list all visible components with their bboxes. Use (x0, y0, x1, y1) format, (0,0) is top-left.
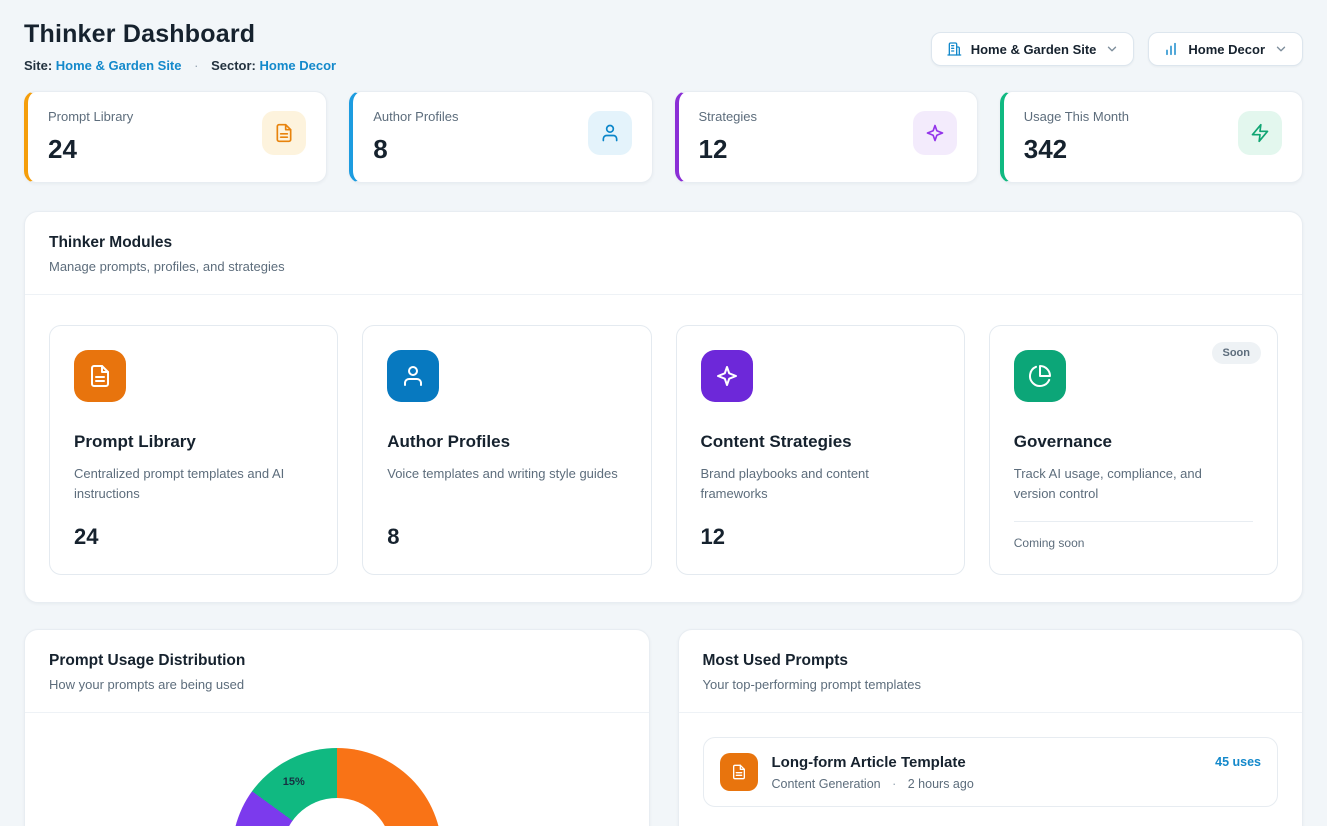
bottom-row: Prompt Usage Distribution How your promp… (24, 629, 1303, 826)
modules-subtitle: Manage prompts, profiles, and strategies (49, 259, 1278, 274)
module-footer-divider: Coming soon (1014, 521, 1253, 550)
usage-card-title: Prompt Usage Distribution (49, 652, 625, 670)
modules-panel-header: Thinker Modules Manage prompts, profiles… (25, 212, 1302, 295)
header-left: Thinker Dashboard Site: Home & Garden Si… (24, 20, 336, 73)
donut-chart: 15% (232, 748, 442, 826)
sector-label: Sector: (211, 58, 256, 73)
module-description: Track AI usage, compliance, and version … (1014, 464, 1253, 504)
stats-row: Prompt Library 24 Author Profiles 8 Stra… (24, 91, 1303, 183)
module-count: 24 (74, 524, 313, 550)
page-title: Thinker Dashboard (24, 20, 336, 49)
module-count: 8 (387, 524, 626, 550)
stat-value: 8 (373, 134, 458, 165)
prompts-card-title: Most Used Prompts (703, 652, 1279, 670)
module-title: Content Strategies (701, 432, 940, 452)
stat-card-author-profiles: Author Profiles 8 (349, 91, 652, 183)
chevron-down-icon (1274, 42, 1288, 56)
most-used-prompts-card: Most Used Prompts Your top-performing pr… (678, 629, 1304, 826)
modules-grid: Prompt Library Centralized prompt templa… (25, 295, 1302, 602)
module-card-prompt-library[interactable]: Prompt Library Centralized prompt templa… (49, 325, 338, 575)
chevron-down-icon (1105, 42, 1119, 56)
sparkle-icon (701, 350, 753, 402)
stat-label: Author Profiles (373, 109, 458, 124)
module-description: Brand playbooks and content frameworks (701, 464, 940, 504)
lightning-icon (1238, 111, 1282, 155)
stat-card-strategies: Strategies 12 (675, 91, 978, 183)
module-count: 12 (701, 524, 940, 550)
file-text-icon (262, 111, 306, 155)
modules-title: Thinker Modules (49, 234, 1278, 252)
site-label: Site: (24, 58, 52, 73)
prompt-time: 2 hours ago (908, 777, 974, 791)
usage-card-subtitle: How your prompts are being used (49, 677, 625, 692)
sector-link[interactable]: Home Decor (260, 58, 337, 73)
module-description: Voice templates and writing style guides (387, 464, 626, 484)
site-selector-label: Home & Garden Site (971, 42, 1097, 57)
sector-selector-dropdown[interactable]: Home Decor (1148, 32, 1303, 66)
chart-body: 15% (25, 713, 649, 826)
module-description: Centralized prompt templates and AI inst… (74, 464, 313, 504)
module-card-author-profiles[interactable]: Author Profiles Voice templates and writ… (362, 325, 651, 575)
site-link[interactable]: Home & Garden Site (56, 58, 182, 73)
coming-soon-text: Coming soon (1014, 536, 1253, 550)
user-icon (588, 111, 632, 155)
module-title: Governance (1014, 432, 1253, 452)
stat-label: Strategies (699, 109, 758, 124)
separator-dot: · (194, 58, 198, 73)
user-icon (387, 350, 439, 402)
dashboard-page: Thinker Dashboard Site: Home & Garden Si… (0, 0, 1327, 826)
file-text-icon (74, 350, 126, 402)
separator-dot: · (892, 777, 896, 791)
donut-segment-label: 15% (283, 776, 305, 788)
header-actions: Home & Garden Site Home Decor (931, 20, 1303, 66)
stat-card-usage: Usage This Month 342 (1000, 91, 1303, 183)
thinker-modules-panel: Thinker Modules Manage prompts, profiles… (24, 211, 1303, 603)
module-card-content-strategies[interactable]: Content Strategies Brand playbooks and c… (676, 325, 965, 575)
prompts-card-subtitle: Your top-performing prompt templates (703, 677, 1279, 692)
page-header: Thinker Dashboard Site: Home & Garden Si… (24, 20, 1303, 73)
building-icon (946, 41, 962, 57)
prompt-info: Long-form Article Template Content Gener… (772, 754, 1202, 791)
stat-label: Usage This Month (1024, 109, 1129, 124)
prompt-title: Long-form Article Template (772, 754, 1202, 771)
prompt-uses-badge: 45 uses (1215, 753, 1261, 769)
prompt-list: Long-form Article Template Content Gener… (679, 713, 1303, 826)
module-title: Prompt Library (74, 432, 313, 452)
module-title: Author Profiles (387, 432, 626, 452)
prompt-usage-card: Prompt Usage Distribution How your promp… (24, 629, 650, 826)
pie-chart-icon (1014, 350, 1066, 402)
stat-value: 24 (48, 134, 133, 165)
donut-hole (282, 798, 392, 826)
prompt-meta: Content Generation · 2 hours ago (772, 777, 1202, 791)
bar-chart-icon (1163, 41, 1179, 57)
stat-label: Prompt Library (48, 109, 133, 124)
module-card-governance[interactable]: Soon Governance Track AI usage, complian… (989, 325, 1278, 575)
prompts-card-header: Most Used Prompts Your top-performing pr… (679, 630, 1303, 713)
soon-badge: Soon (1212, 342, 1262, 364)
sparkle-icon (913, 111, 957, 155)
stat-card-prompt-library: Prompt Library 24 (24, 91, 327, 183)
site-selector-dropdown[interactable]: Home & Garden Site (931, 32, 1135, 66)
prompt-category: Content Generation (772, 777, 881, 791)
prompt-list-item[interactable]: Long-form Article Template Content Gener… (703, 737, 1279, 807)
stat-value: 342 (1024, 134, 1129, 165)
file-text-icon (720, 753, 758, 791)
usage-card-header: Prompt Usage Distribution How your promp… (25, 630, 649, 713)
sector-selector-label: Home Decor (1188, 42, 1265, 57)
breadcrumb: Site: Home & Garden Site · Sector: Home … (24, 58, 336, 73)
stat-value: 12 (699, 134, 758, 165)
